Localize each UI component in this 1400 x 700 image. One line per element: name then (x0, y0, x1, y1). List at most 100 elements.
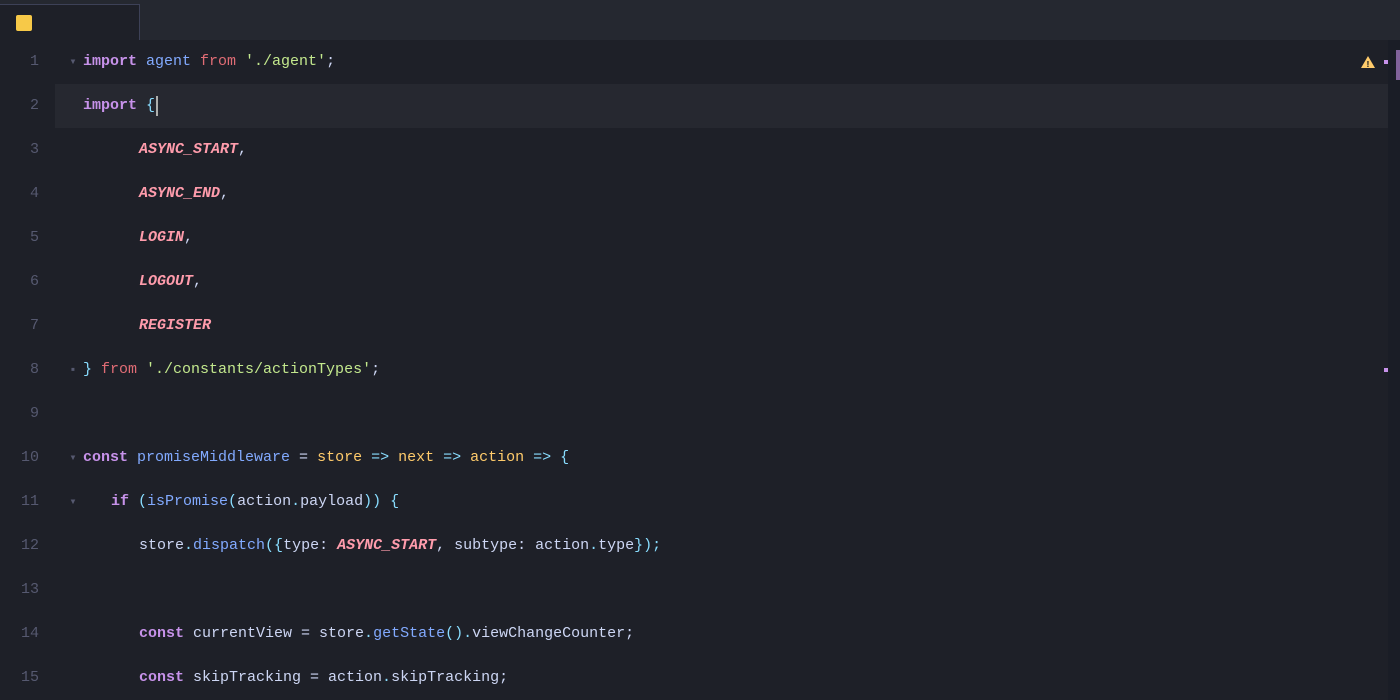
line-number: 5 (8, 216, 39, 260)
code-line: const currentView = store.getState().vie… (55, 612, 1400, 656)
code-line (55, 392, 1400, 436)
token-plain: type: (283, 524, 337, 568)
line-number: 14 (8, 612, 39, 656)
line-number: 6 (8, 260, 39, 304)
token-constant-name: ASYNC_START (337, 524, 436, 568)
token-constant-name: LOGOUT (139, 260, 193, 304)
token-method: getState (373, 612, 445, 656)
code-line: store.dispatch({type: ASYNC_START, subty… (55, 524, 1400, 568)
line-number: 15 (8, 656, 39, 700)
token-func-name: agent (146, 40, 200, 84)
tab-bar (0, 0, 1400, 40)
warning-badge: ! (1360, 55, 1384, 69)
token-method: dispatch (193, 524, 265, 568)
code-line: ASYNC_START, (55, 128, 1400, 172)
token-plain: store (139, 524, 184, 568)
active-tab[interactable] (0, 4, 140, 40)
code-line: LOGIN, (55, 216, 1400, 260)
token-kw-const: const (139, 656, 193, 700)
editor-area: 123456789101112131415 ▾import agent from… (0, 40, 1400, 700)
warning-area: ! (1360, 40, 1384, 84)
token-param: action (470, 436, 533, 480)
token-plain: , subtype: action (436, 524, 589, 568)
token-arrow: => (371, 436, 398, 480)
token-plain: action (237, 480, 291, 524)
token-constant-name: ASYNC_START (139, 128, 238, 172)
token-punctuation: . (184, 524, 193, 568)
token-string: './agent' (245, 40, 326, 84)
line-number: 4 (8, 172, 39, 216)
token-plain: viewChangeCounter; (472, 612, 634, 656)
token-kw-from: from (200, 40, 245, 84)
token-kw-const: const (139, 612, 193, 656)
code-line: ▾import agent from './agent'; (55, 40, 1400, 84)
line-number: 2 (8, 84, 39, 128)
token-kw-from: from (101, 348, 146, 392)
token-kw-import: import (83, 40, 146, 84)
token-constant-name: REGISTER (139, 304, 211, 348)
code-line (55, 568, 1400, 612)
token-plain: , (193, 260, 202, 304)
token-param: store (317, 436, 371, 480)
token-plain: skipTracking = action (193, 656, 382, 700)
line-number: 7 (8, 304, 39, 348)
code-line: import { (55, 84, 1400, 128)
line-number: 10 (8, 436, 39, 480)
token-arrow: => (443, 436, 470, 480)
svg-text:!: ! (1365, 60, 1370, 69)
warning-icon: ! (1360, 55, 1376, 69)
token-punctuation: . (291, 480, 300, 524)
scrollbar[interactable] (1388, 40, 1400, 700)
token-kw-if: if (111, 480, 138, 524)
token-kw-const: const (83, 436, 137, 480)
line-number: 11 (8, 480, 39, 524)
token-punctuation: . (589, 524, 598, 568)
token-punctuation: (). (445, 612, 472, 656)
line-number: 1 (8, 40, 39, 84)
fold-icon[interactable]: ▾ (63, 480, 83, 524)
code-line: LOGOUT, (55, 260, 1400, 304)
scrollbar-thumb (1396, 50, 1400, 80)
token-plain: , (238, 128, 247, 172)
code-line: ASYNC_END, (55, 172, 1400, 216)
code-editor[interactable]: ▾import agent from './agent';import {ASY… (55, 40, 1400, 700)
fold-icon[interactable]: ▾ (63, 436, 83, 480)
token-constant-name: LOGIN (139, 216, 184, 260)
code-line: REGISTER (55, 304, 1400, 348)
code-line: ▾const promiseMiddleware = store => next… (55, 436, 1400, 480)
line-number: 12 (8, 524, 39, 568)
token-punctuation: { (146, 84, 155, 128)
token-plain: ; (326, 40, 335, 84)
token-punctuation: { (560, 436, 569, 480)
code-line: ▪} from './constants/actionTypes'; (55, 348, 1400, 392)
app-window: 123456789101112131415 ▾import agent from… (0, 0, 1400, 700)
token-property: payload (300, 480, 363, 524)
fold-icon[interactable]: ▪ (63, 348, 83, 392)
code-line: const skipTracking = action.skipTracking… (55, 656, 1400, 700)
code-line: ▾if (isPromise(action.payload)) { (55, 480, 1400, 524)
token-punctuation: )) { (363, 480, 399, 524)
token-plain: type (598, 524, 634, 568)
token-constant-name: ASYNC_END (139, 172, 220, 216)
token-plain: skipTracking; (391, 656, 508, 700)
line-numbers-gutter: 123456789101112131415 (0, 40, 55, 700)
token-func-name: isPromise (147, 480, 228, 524)
token-param: next (398, 436, 443, 480)
token-kw-import: import (83, 84, 146, 128)
token-punctuation: }); (634, 524, 661, 568)
token-plain: , (184, 216, 193, 260)
token-punctuation: ( (228, 480, 237, 524)
line-number: 9 (8, 392, 39, 436)
token-func-name: promiseMiddleware (137, 436, 299, 480)
token-punctuation: ( (138, 480, 147, 524)
token-plain: ; (371, 348, 380, 392)
js-file-icon (16, 15, 32, 31)
line-number: 8 (8, 348, 39, 392)
token-punctuation: . (364, 612, 373, 656)
line-number: 3 (8, 128, 39, 172)
fold-icon[interactable]: ▾ (63, 40, 83, 84)
line-number: 13 (8, 568, 39, 612)
text-cursor (156, 96, 158, 116)
token-arrow: => (533, 436, 560, 480)
token-plain: = (299, 436, 317, 480)
